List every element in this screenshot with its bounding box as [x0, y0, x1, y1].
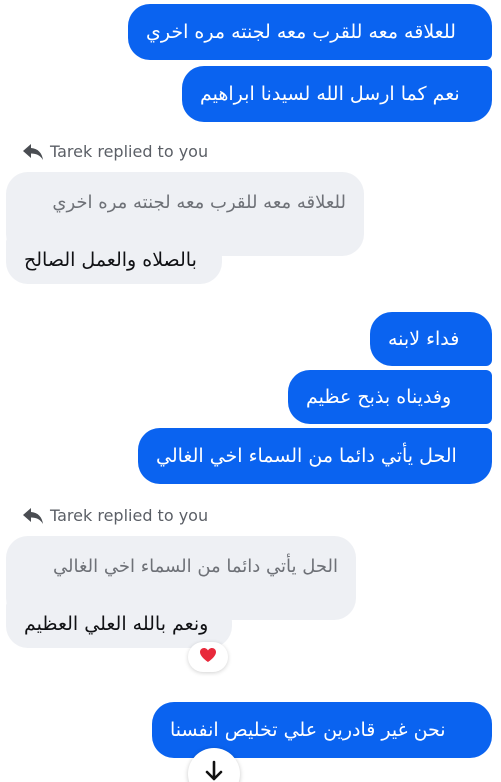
- message-text: للعلاقه معه للقرب معه لجنته مره اخري: [146, 21, 456, 43]
- reaction-badge[interactable]: [188, 642, 228, 672]
- quoted-text: الحل يأتي دائما من السماء اخي الغالي: [52, 556, 338, 577]
- arrow-down-icon: [204, 760, 224, 782]
- message-text: نعم كما ارسل الله لسيدنا ابراهيم: [200, 83, 460, 105]
- replied-header: Tarek replied to you: [22, 142, 208, 161]
- replied-label: Tarek replied to you: [50, 506, 209, 525]
- reply-arrow-icon: [22, 507, 44, 525]
- message-bubble-outgoing[interactable]: للعلاقه معه للقرب معه لجنته مره اخري: [128, 4, 492, 60]
- message-text: فداء لابنه: [388, 328, 460, 350]
- message-text: بالصلاه والعمل الصالح: [24, 249, 197, 271]
- heart-icon: [199, 647, 217, 667]
- replied-label: Tarek replied to you: [50, 142, 209, 161]
- message-bubble-outgoing[interactable]: الحل يأتي دائما من السماء اخي الغالي: [138, 428, 492, 484]
- quoted-text: للعلاقه معه للقرب معه لجنته مره اخري: [52, 192, 346, 213]
- message-bubble-outgoing[interactable]: فداء لابنه: [370, 312, 492, 366]
- message-bubble-outgoing[interactable]: نعم كما ارسل الله لسيدنا ابراهيم: [182, 66, 492, 122]
- message-text: وفديناه بذبح عظيم: [306, 386, 452, 408]
- message-text: ونعم بالله العلي العظيم: [24, 613, 209, 635]
- message-text: الحل يأتي دائما من السماء اخي الغالي: [156, 445, 457, 467]
- replied-header: Tarek replied to you: [22, 506, 208, 525]
- message-text: نحن غير قادرين علي تخليص انفسنا: [170, 719, 446, 741]
- message-bubble-outgoing[interactable]: وفديناه بذبح عظيم: [288, 370, 492, 424]
- reply-arrow-icon: [22, 143, 44, 161]
- message-bubble-incoming[interactable]: ونعم بالله العلي العظيم: [6, 600, 232, 648]
- message-bubble-incoming[interactable]: بالصلاه والعمل الصالح: [6, 236, 222, 284]
